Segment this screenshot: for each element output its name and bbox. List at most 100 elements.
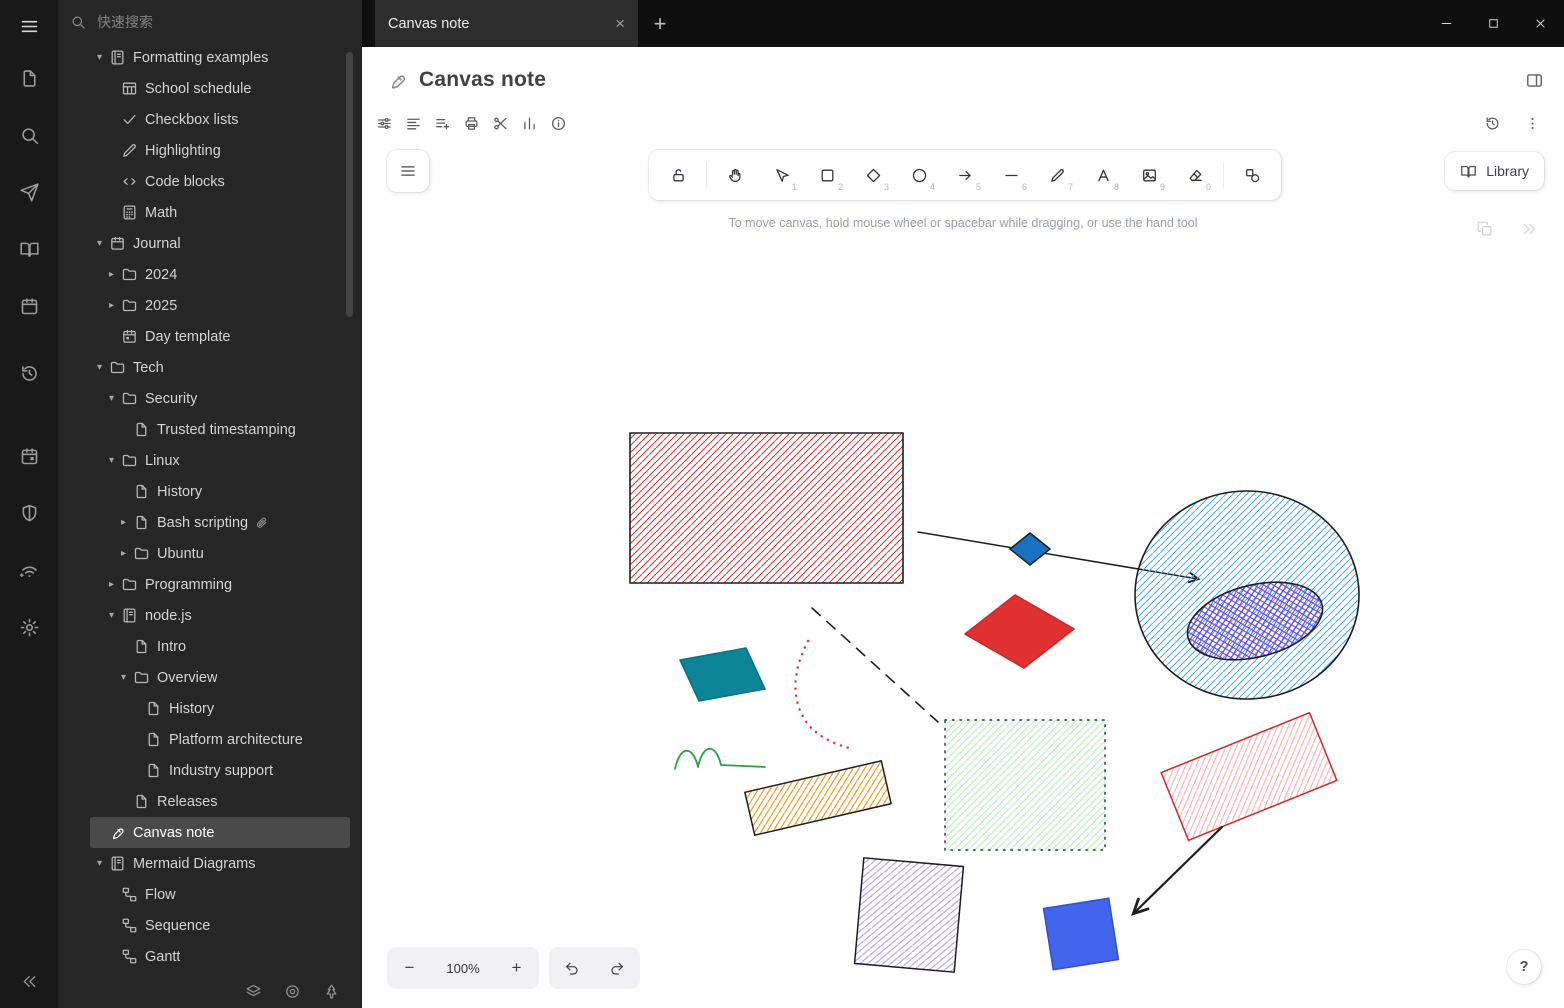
red-rectangle[interactable] [629,432,904,584]
teal-parallelogram[interactable] [679,647,766,702]
tree-item-trusted-timestamping[interactable]: Trusted timestamping [90,414,350,445]
sliders-button[interactable] [372,111,396,135]
kebab-button[interactable] [1520,111,1544,135]
tree-item-bash-scripting[interactable]: ▸ Bash scripting [90,507,350,538]
history-button[interactable] [1480,111,1504,135]
tree-item-ubuntu[interactable]: ▸ Ubuntu [90,538,350,569]
dotted-curve[interactable] [794,639,851,750]
tree-item-school-schedule[interactable]: School schedule [90,73,350,104]
chevrons-right-button[interactable] [1520,220,1538,238]
list-plus-button[interactable] [430,111,454,135]
canvas-drawing[interactable] [362,140,1564,1008]
calendar-event-button[interactable] [9,436,49,476]
layers-button[interactable] [245,983,262,1000]
redo-button[interactable] [596,947,638,989]
blue-square[interactable] [1042,897,1120,971]
search-button[interactable] [9,115,49,155]
zoom-level[interactable]: 100% [432,961,494,976]
library-button[interactable]: Library [1445,152,1544,190]
target-button[interactable] [284,983,301,1000]
gear-button[interactable] [9,607,49,647]
yellow-rectangle[interactable] [744,760,892,836]
down-arrow[interactable] [1134,825,1224,913]
tool-eraser-button[interactable]: 0 [1172,155,1218,195]
red-parallelogram[interactable] [964,594,1075,669]
bar-chart-button[interactable] [517,111,541,135]
zoom-in-button[interactable]: + [494,947,539,989]
tab-close-icon[interactable]: × [615,15,625,32]
file-button[interactable] [9,58,49,98]
shield-button[interactable] [9,493,49,533]
tool-circle-button[interactable]: 4 [896,155,942,195]
new-tab-button[interactable]: + [638,0,682,47]
tree-item-mermaid-diagrams[interactable]: ▾ Mermaid Diagrams [90,848,350,879]
tool-square-button[interactable]: 2 [804,155,850,195]
tree-item-industry-support[interactable]: Industry support [90,755,350,786]
tool-lock-open-button[interactable] [655,155,701,195]
tree-item-node-js[interactable]: ▾ node.js [90,600,350,631]
tree-item-intro[interactable]: Intro [90,631,350,662]
window-minimize-button[interactable] [1423,0,1470,47]
tree-item-highlighting[interactable]: Highlighting [90,135,350,166]
tool-hand-button[interactable] [712,155,758,195]
green-dotted-square[interactable] [944,719,1106,851]
zoom-out-button[interactable]: − [387,947,432,989]
dashed-line[interactable] [811,607,939,723]
tree-item-gantt[interactable]: Gantt [90,941,350,972]
tab-canvas-note[interactable]: Canvas note × [375,0,638,47]
excalidraw-canvas[interactable]: 1234567890 Library To move canvas, hold … [362,140,1564,1008]
green-squiggle[interactable] [674,747,766,770]
blue-diamond[interactable] [1009,532,1051,566]
info-button[interactable] [546,111,570,135]
tree-item-2025[interactable]: ▸ 2025 [90,290,350,321]
tree-item-history[interactable]: History [90,476,350,507]
help-button[interactable]: ? [1507,950,1541,984]
book-open-button[interactable] [9,229,49,269]
tree-item-checkbox-lists[interactable]: Checkbox lists [90,104,350,135]
purple-square[interactable] [853,857,965,973]
tree-item-security[interactable]: ▾ Security [90,383,350,414]
tree-item-platform-architecture[interactable]: Platform architecture [90,724,350,755]
tool-diamond-button[interactable]: 3 [850,155,896,195]
align-left-button[interactable] [401,111,425,135]
history-button[interactable] [9,353,49,393]
toggle-right-pane-button[interactable] [1525,71,1544,90]
tool-shapes-button[interactable] [1229,155,1275,195]
wifi-button[interactable] [9,550,49,590]
tree-item-programming[interactable]: ▸ Programming [90,569,350,600]
window-close-button[interactable] [1517,0,1564,47]
tool-text-button[interactable]: 8 [1080,155,1126,195]
tree-item-history[interactable]: History [90,693,350,724]
tool-arrow-right-button[interactable]: 5 [942,155,988,195]
printer-button[interactable] [459,111,483,135]
tool-pencil-button[interactable]: 7 [1034,155,1080,195]
tree-item-code-blocks[interactable]: Code blocks [90,166,350,197]
tool-line-button[interactable]: 6 [988,155,1034,195]
window-maximize-button[interactable] [1470,0,1517,47]
tree-item-releases[interactable]: Releases [90,786,350,817]
tool-image-button[interactable]: 9 [1126,155,1172,195]
tool-cursor-button[interactable]: 1 [758,155,804,195]
tree-scrollbar[interactable] [346,52,353,317]
undo-button[interactable] [551,947,593,989]
calendar-button[interactable] [9,286,49,326]
collapse-sidebar-button[interactable] [9,964,49,998]
tree-item-day-template[interactable]: Day template [90,321,350,352]
tree-item-linux[interactable]: ▾ Linux [90,445,350,476]
tree-item-sequence[interactable]: Sequence [90,910,350,941]
menu-button[interactable] [9,6,49,46]
scissors-button[interactable] [488,111,512,135]
tree-item-canvas-note[interactable]: Canvas note [90,817,350,848]
canvas-menu-button[interactable] [387,150,429,192]
pink-rectangle[interactable] [1160,711,1338,842]
tree-item-2024[interactable]: ▸ 2024 [90,259,350,290]
tree-item-formatting-examples[interactable]: ▾ Formatting examples [90,42,350,73]
tree-item-tech[interactable]: ▾ Tech [90,352,350,383]
pine-button[interactable] [323,983,340,1000]
tree-item-journal[interactable]: ▾ Journal [90,228,350,259]
tree-item-flow[interactable]: Flow [90,879,350,910]
send-button[interactable] [9,172,49,212]
copy-button[interactable] [1476,220,1494,238]
tree-item-math[interactable]: Math [90,197,350,228]
search-input[interactable] [95,13,350,31]
